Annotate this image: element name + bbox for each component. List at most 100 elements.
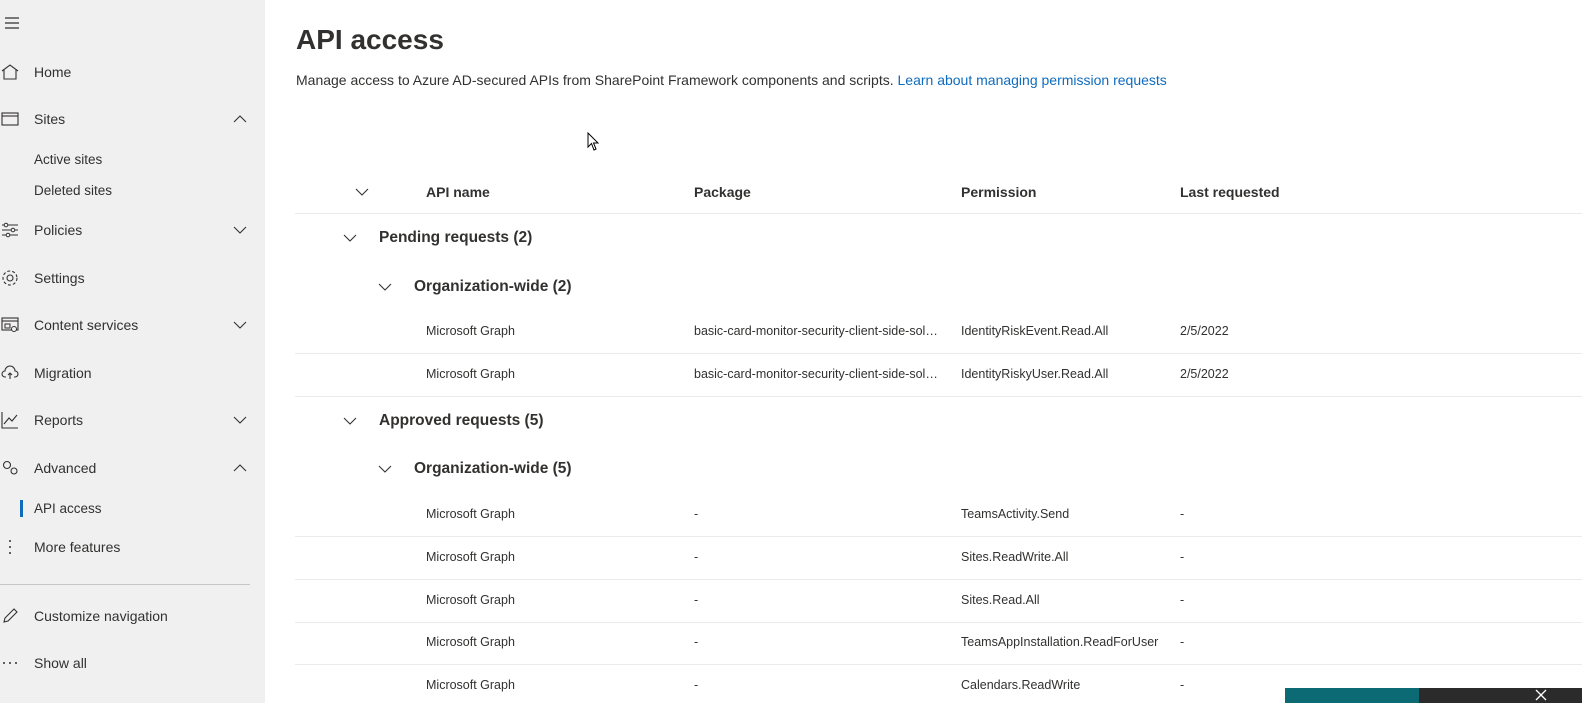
column-header-permission[interactable]: Permission: [961, 184, 1036, 200]
subgroup-label-approved-org: Organization-wide (5): [414, 460, 572, 477]
cell-api-name: Microsoft Graph: [426, 593, 515, 607]
table-row[interactable]: Microsoft Graph - Sites.Read.All -: [295, 580, 1582, 623]
cell-permission: TeamsAppInstallation.ReadForUser: [961, 635, 1159, 649]
column-header-last-requested[interactable]: Last requested: [1180, 184, 1280, 200]
pencil-icon: [3, 608, 18, 623]
nav-label-active-sites: Active sites: [34, 151, 103, 167]
left-navigation: Home Sites Active sites Deleted sites Po…: [0, 0, 265, 703]
nav-item-api-access[interactable]: API access: [0, 493, 265, 523]
chevron-up-icon[interactable]: [233, 461, 247, 475]
nav-label-api-access: API access: [34, 500, 102, 516]
cell-api-name: Microsoft Graph: [426, 550, 515, 564]
nav-label-show-all: Show all: [34, 655, 87, 671]
nav-label-sites: Sites: [34, 111, 66, 127]
close-icon[interactable]: [1535, 689, 1547, 701]
nav-label-migration: Migration: [34, 365, 92, 381]
cell-last-requested: 2/5/2022: [1180, 324, 1229, 338]
cell-permission: Sites.Read.All: [961, 593, 1040, 607]
chevron-down-icon[interactable]: [378, 462, 392, 476]
chevron-down-icon[interactable]: [233, 223, 247, 237]
nav-label-content-services: Content services: [34, 317, 139, 333]
nav-item-deleted-sites[interactable]: Deleted sites: [0, 175, 265, 205]
group-label-approved: Approved requests (5): [379, 412, 544, 429]
cell-last-requested: -: [1180, 635, 1185, 649]
table-header: API name Package Permission Last request…: [295, 172, 1582, 214]
cell-package: basic-card-monitor-security-client-side-…: [694, 367, 942, 381]
page-description: Manage access to Azure AD-secured APIs f…: [296, 72, 1167, 88]
subgroup-approved-organization-wide[interactable]: Organization-wide (5): [295, 445, 1582, 493]
nav-item-content-services[interactable]: Content services: [0, 305, 265, 345]
nav-label-reports: Reports: [34, 412, 84, 428]
nav-item-policies[interactable]: Policies: [0, 210, 265, 250]
group-label-pending: Pending requests (2): [379, 229, 533, 246]
chevron-down-icon[interactable]: [343, 414, 357, 428]
table-row[interactable]: Microsoft Graph basic-card-monitor-secur…: [295, 354, 1582, 397]
group-approved-requests[interactable]: Approved requests (5): [295, 397, 1582, 445]
table-row[interactable]: Microsoft Graph - TeamsActivity.Send -: [295, 494, 1582, 537]
nav-item-advanced[interactable]: Advanced: [0, 448, 265, 488]
table-row[interactable]: Microsoft Graph - TeamsAppInstallation.R…: [295, 622, 1582, 665]
cell-last-requested: -: [1180, 550, 1185, 564]
page-title: API access: [296, 24, 444, 55]
cell-permission: IdentityRiskyUser.Read.All: [961, 367, 1109, 381]
nav-item-active-sites[interactable]: Active sites: [0, 144, 265, 174]
ellipsis-icon: [3, 662, 17, 664]
nav-item-reports[interactable]: Reports: [0, 400, 265, 440]
nav-label-home: Home: [34, 64, 72, 80]
chevron-up-icon[interactable]: [233, 112, 247, 126]
page-description-text: Manage access to Azure AD-secured APIs f…: [296, 72, 894, 88]
column-header-package[interactable]: Package: [694, 184, 751, 200]
gear-icon: [2, 270, 18, 286]
cell-permission: Sites.ReadWrite.All: [961, 550, 1069, 564]
home-icon: [1, 64, 19, 80]
nav-divider: [0, 584, 250, 585]
nav-item-migration[interactable]: Migration: [0, 353, 265, 393]
cell-last-requested: -: [1180, 507, 1185, 521]
policies-icon: [2, 222, 18, 238]
cell-last-requested: -: [1180, 593, 1185, 607]
chevron-down-icon[interactable]: [233, 413, 247, 427]
nav-item-home[interactable]: Home: [0, 52, 265, 92]
nav-item-settings[interactable]: Settings: [0, 258, 265, 298]
main-content: API access Manage access to Azure AD-sec…: [265, 0, 1582, 703]
bottom-notification-bar: [1285, 688, 1582, 703]
active-indicator: [20, 500, 23, 517]
cell-package: basic-card-monitor-security-client-side-…: [694, 324, 942, 338]
mouse-cursor-icon: [587, 132, 600, 151]
nav-item-sites[interactable]: Sites: [0, 99, 265, 139]
cell-api-name: Microsoft Graph: [426, 507, 515, 521]
nav-label-settings: Settings: [34, 270, 85, 286]
nav-label-policies: Policies: [34, 222, 83, 238]
collapse-all-chevron-icon[interactable]: [355, 185, 369, 199]
nav-item-customize-navigation[interactable]: Customize navigation: [0, 596, 265, 636]
nav-item-more-features[interactable]: More features: [0, 527, 265, 567]
nav-label-advanced: Advanced: [34, 460, 97, 476]
chevron-down-icon[interactable]: [378, 280, 392, 294]
learn-permission-requests-link[interactable]: Learn about managing permission requests: [898, 72, 1167, 88]
gears-icon: [2, 460, 18, 475]
cell-api-name: Microsoft Graph: [426, 635, 515, 649]
cell-api-name: Microsoft Graph: [426, 678, 515, 692]
nav-label-deleted-sites: Deleted sites: [34, 182, 113, 198]
cell-package: -: [694, 550, 699, 564]
chevron-down-icon[interactable]: [343, 231, 357, 245]
cell-api-name: Microsoft Graph: [426, 324, 515, 338]
table-row[interactable]: Microsoft Graph basic-card-monitor-secur…: [295, 311, 1582, 354]
nav-item-show-all[interactable]: Show all: [0, 643, 265, 683]
cell-package: -: [694, 635, 699, 649]
cell-last-requested: 2/5/2022: [1180, 367, 1229, 381]
column-header-api-name[interactable]: API name: [426, 184, 490, 200]
subgroup-pending-organization-wide[interactable]: Organization-wide (2): [295, 263, 1582, 311]
cell-package: -: [694, 678, 699, 692]
chevron-down-icon[interactable]: [233, 318, 247, 332]
sites-icon: [1, 112, 19, 126]
cell-api-name: Microsoft Graph: [426, 367, 515, 381]
content-services-icon: [1, 317, 19, 332]
subgroup-label-pending-org: Organization-wide (2): [414, 278, 572, 295]
table-row[interactable]: Microsoft Graph - Sites.ReadWrite.All -: [295, 537, 1582, 580]
nav-label-customize-navigation: Customize navigation: [34, 608, 168, 624]
cell-package: -: [694, 507, 699, 521]
cell-package: -: [694, 593, 699, 607]
hamburger-icon[interactable]: [4, 14, 22, 32]
group-pending-requests[interactable]: Pending requests (2): [295, 214, 1582, 262]
